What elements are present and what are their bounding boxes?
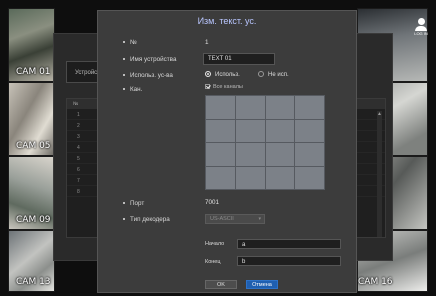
channel-grid: [205, 95, 325, 190]
ok-button[interactable]: OK: [205, 280, 237, 289]
channel-cell[interactable]: [265, 143, 295, 166]
cancel-button[interactable]: Отмена: [246, 280, 278, 289]
end-label: Конец: [205, 259, 221, 265]
dialog-title: Изм. текст. ус.: [197, 16, 257, 26]
use-on-radio[interactable]: Использ.: [205, 71, 240, 78]
table-scrollbar[interactable]: ▲: [377, 111, 382, 237]
channel-cell[interactable]: [206, 96, 235, 119]
camera-label: CAM 13: [16, 277, 51, 287]
channel-cell[interactable]: [235, 166, 265, 189]
start-label: Начало: [205, 241, 225, 247]
use-device-label: Использ. ус-ва: [123, 72, 173, 79]
decoder-type-value: US-ASCII: [210, 216, 234, 222]
login-label: LOG IN: [414, 31, 428, 36]
port-label: Порт: [123, 200, 144, 207]
channel-cell[interactable]: [206, 143, 235, 166]
checkmark-icon: [205, 84, 210, 89]
radio-empty-icon: [258, 71, 264, 77]
scroll-up-icon[interactable]: ▲: [377, 111, 382, 117]
camera-tile[interactable]: CAM 05: [8, 82, 55, 156]
all-channels-checkbox[interactable]: Все каналы: [205, 84, 243, 90]
camera-label: CAM 01: [16, 67, 51, 77]
use-off-radio[interactable]: Не исп.: [258, 71, 289, 78]
number-value: 1: [205, 39, 209, 46]
camera-label: CAM 05: [16, 141, 51, 151]
port-value: 7001: [205, 199, 220, 206]
camera-tile[interactable]: CAM 01: [8, 8, 55, 82]
camera-tile[interactable]: CAM 13: [8, 230, 55, 292]
channel-cell[interactable]: [235, 119, 265, 142]
channel-cell[interactable]: [295, 143, 324, 166]
chevron-down-icon: ▾: [258, 216, 261, 222]
device-name-label: Имя устройства: [123, 56, 176, 63]
channel-cell[interactable]: [235, 143, 265, 166]
radio-selected-icon: [205, 71, 211, 77]
camera-label: CAM 16: [358, 277, 393, 287]
number-label: №: [123, 39, 137, 46]
channel-cell[interactable]: [265, 119, 295, 142]
channel-cell[interactable]: [206, 166, 235, 189]
channel-cell[interactable]: [265, 166, 295, 189]
login-button[interactable]: LOG IN: [412, 18, 430, 36]
channel-cell[interactable]: [206, 119, 235, 142]
end-input[interactable]: b: [237, 256, 341, 266]
channel-label: Кан.: [123, 86, 142, 93]
channel-cell[interactable]: [295, 119, 324, 142]
channel-cell[interactable]: [235, 96, 265, 119]
edit-text-device-dialog: Изм. текст. ус. № 1 Имя устройства TEXT …: [97, 10, 357, 293]
user-icon: [417, 18, 425, 25]
decoder-type-label: Тип декодера: [123, 216, 170, 223]
decoder-type-select[interactable]: US-ASCII ▾: [205, 214, 265, 224]
device-name-input[interactable]: TEXT 01: [203, 53, 275, 65]
channel-cell[interactable]: [265, 96, 295, 119]
start-input[interactable]: a: [237, 239, 341, 249]
channel-cell[interactable]: [295, 96, 324, 119]
camera-label: CAM 09: [16, 215, 51, 225]
camera-tile[interactable]: CAM 09: [8, 156, 55, 230]
channel-cell[interactable]: [295, 166, 324, 189]
